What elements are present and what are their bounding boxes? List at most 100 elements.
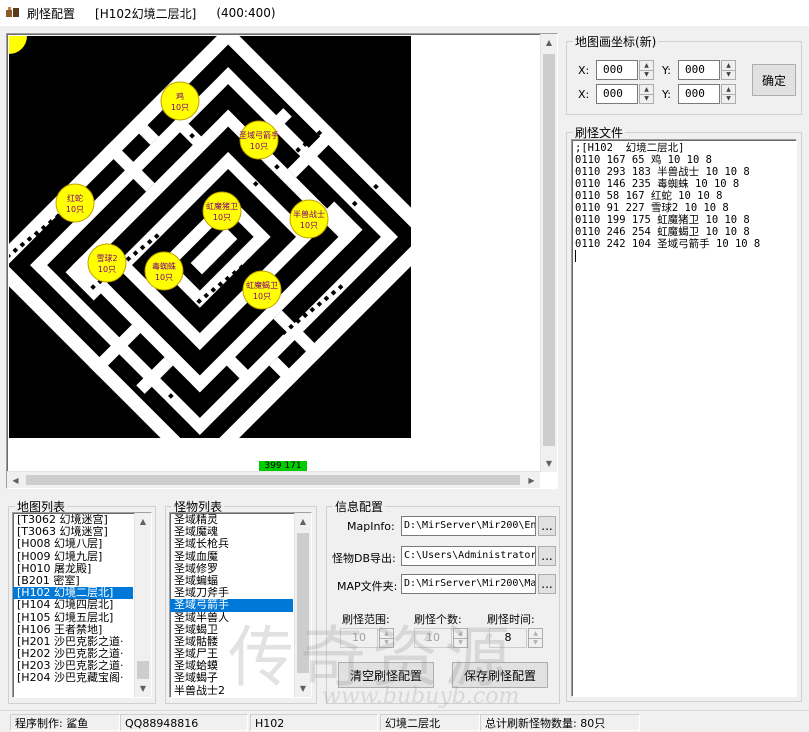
map-vertical-scrollbar[interactable]: ▲ ▼ bbox=[540, 34, 557, 472]
x2-spinner[interactable]: ▲ ▼ bbox=[639, 84, 654, 104]
mapdir-input[interactable]: D:\MirServer\Mir200\Map\ bbox=[401, 574, 536, 594]
monster-marker[interactable]: 毒蜘蛛 10只 bbox=[144, 251, 184, 291]
y1-spinner[interactable]: ▲ ▼ bbox=[721, 60, 736, 80]
mapinfo-input[interactable]: D:\MirServer\Mir200\Envir\MapInfo.txt bbox=[401, 516, 536, 536]
time-spinner[interactable]: ▲ ▼ bbox=[528, 628, 543, 648]
spin-down-icon[interactable]: ▼ bbox=[640, 95, 653, 104]
monster-list-item[interactable]: 圣域刀斧手 bbox=[170, 587, 293, 599]
map-list-item[interactable]: [T3063 幻境迷宫] bbox=[13, 526, 133, 538]
monster-list-item[interactable]: 圣域蛤蟆 bbox=[170, 660, 293, 672]
spin-down-icon[interactable]: ▼ bbox=[640, 71, 653, 80]
monster-list-item[interactable]: 圣域蝎卫 bbox=[170, 624, 293, 636]
range-spinner[interactable]: ▲ ▼ bbox=[379, 628, 394, 648]
map-list-item[interactable]: [H104 幻境四层北] bbox=[13, 599, 133, 611]
map-list-item[interactable]: [H202 沙巴克影之道· bbox=[13, 648, 133, 660]
map-list-item[interactable]: [H009 幻境九层] bbox=[13, 551, 133, 563]
map-list-item[interactable]: [H203 沙巴克影之道· bbox=[13, 660, 133, 672]
scroll-left-icon[interactable]: ◀ bbox=[7, 472, 24, 488]
scroll-down-icon[interactable]: ▼ bbox=[295, 680, 311, 697]
x2-input[interactable]: 000 bbox=[596, 84, 638, 104]
spawn-file-line: 0110 146 235 毒蜘蛛 10 10 8 bbox=[575, 178, 740, 190]
x1-input[interactable]: 000 bbox=[596, 60, 638, 80]
scroll-down-icon[interactable]: ▼ bbox=[135, 680, 151, 697]
mapdir-label: MAP文件夹: bbox=[337, 580, 398, 593]
mapinfo-browse-button[interactable]: ... bbox=[538, 516, 556, 536]
monster-list-item[interactable]: 圣域弓箭手 bbox=[170, 599, 293, 612]
y1-input[interactable]: 000 bbox=[678, 60, 720, 80]
save-config-button[interactable]: 保存刷怪配置 bbox=[452, 662, 548, 688]
map-list-scrollbar[interactable]: ▲ ▼ bbox=[134, 513, 151, 697]
monster-marker-name: 虹魔猪卫 bbox=[206, 201, 238, 211]
x1-spinner[interactable]: ▲ ▼ bbox=[639, 60, 654, 80]
monster-list-item[interactable]: 圣域尸王 bbox=[170, 648, 293, 660]
map-list-item[interactable]: [H204 沙巴克藏宝阁· bbox=[13, 672, 133, 684]
monster-marker[interactable]: 红蛇 10只 bbox=[55, 183, 95, 223]
map-list-item[interactable]: [T3062 幻境迷宫] bbox=[13, 514, 133, 526]
spin-up-icon[interactable]: ▲ bbox=[454, 629, 467, 639]
monster-list-item[interactable]: 圣域精灵 bbox=[170, 514, 293, 526]
map-list-item[interactable]: [H008 幻境八层] bbox=[13, 538, 133, 550]
map-view-panel[interactable]: 鸡 10只 圣域弓箭手 10只红蛇 10只 虹魔猪卫 10只 半兽战士 10只雪球2 10只 毒蜘蛛… bbox=[6, 33, 558, 489]
monster-list-item[interactable]: 圣域骷髅 bbox=[170, 636, 293, 648]
monster-list-item[interactable]: 圣域魔魂 bbox=[170, 526, 293, 538]
monster-marker[interactable]: 虹魔猪卫 10只 bbox=[202, 191, 242, 231]
map-list[interactable]: [T3062 幻境迷宫] [T3063 幻境迷宫] [H008 幻境八层] [H009… bbox=[12, 512, 152, 698]
mapinfo-label: MapInfo: bbox=[347, 520, 395, 533]
spin-up-icon[interactable]: ▲ bbox=[640, 85, 653, 95]
spin-down-icon[interactable]: ▼ bbox=[722, 71, 735, 80]
scroll-thumb[interactable] bbox=[297, 533, 309, 673]
monster-list-item[interactable]: 圣域血魔 bbox=[170, 551, 293, 563]
map-list-item[interactable]: [H201 沙巴克影之道· bbox=[13, 636, 133, 648]
scroll-up-icon[interactable]: ▲ bbox=[135, 513, 151, 530]
monster-list-item-items: 圣域精灵 圣域魔魂 圣域长枪兵 圣域血魔 圣域修罗 圣域蝙蝠 圣域刀斧手 圣域弓箭手 圣域半兽人… bbox=[170, 514, 311, 697]
scroll-down-icon[interactable]: ▼ bbox=[541, 455, 557, 472]
spin-down-icon[interactable]: ▼ bbox=[529, 639, 542, 648]
range-input[interactable]: 10 bbox=[340, 628, 378, 648]
spin-up-icon[interactable]: ▲ bbox=[380, 629, 393, 639]
monster-list-item[interactable]: 圣域半兽人 bbox=[170, 612, 293, 624]
y2-input[interactable]: 000 bbox=[678, 84, 720, 104]
clear-config-button[interactable]: 清空刷怪配置 bbox=[338, 662, 434, 688]
monster-marker[interactable]: 圣域弓箭手 10只 bbox=[239, 120, 279, 160]
monster-marker[interactable]: 雪球210只 bbox=[87, 243, 127, 283]
monster-list-scrollbar[interactable]: ▲ ▼ bbox=[294, 513, 311, 697]
scroll-thumb[interactable] bbox=[543, 54, 555, 446]
map-horizontal-scrollbar[interactable]: ◀ ▶ bbox=[7, 471, 540, 488]
monster-list-item[interactable]: 半兽战士2 bbox=[170, 685, 293, 697]
count-spinner[interactable]: ▲ ▼ bbox=[453, 628, 468, 648]
count-input[interactable]: 10 bbox=[414, 628, 452, 648]
monsterdb-input[interactable]: C:\Users\Administrator\Desktop\Monster.t… bbox=[401, 546, 536, 566]
monster-list-item[interactable]: 圣域长枪兵 bbox=[170, 538, 293, 550]
spin-up-icon[interactable]: ▲ bbox=[640, 61, 653, 71]
spin-down-icon[interactable]: ▼ bbox=[722, 95, 735, 104]
spawn-file-memo[interactable]: ;[H102 幻境二层北] 0110 167 65 鸡 10 10 8 0110 2… bbox=[571, 139, 797, 697]
map-list-item[interactable]: [H010 屠龙殿] bbox=[13, 563, 133, 575]
time-input[interactable]: 8 bbox=[489, 628, 527, 648]
monster-list-item[interactable]: 圣域蝎子 bbox=[170, 672, 293, 684]
y2-spinner[interactable]: ▲ ▼ bbox=[721, 84, 736, 104]
scroll-h-thumb[interactable] bbox=[26, 475, 520, 485]
scroll-up-icon[interactable]: ▲ bbox=[295, 513, 311, 530]
scroll-thumb[interactable] bbox=[137, 661, 149, 679]
spin-up-icon[interactable]: ▲ bbox=[722, 85, 735, 95]
scroll-up-icon[interactable]: ▲ bbox=[541, 34, 557, 51]
spin-down-icon[interactable]: ▼ bbox=[454, 639, 467, 648]
spin-up-icon[interactable]: ▲ bbox=[722, 61, 735, 71]
monster-list-item[interactable]: 圣域修罗 bbox=[170, 563, 293, 575]
confirm-button[interactable]: 确定 bbox=[752, 64, 796, 96]
spin-up-icon[interactable]: ▲ bbox=[529, 629, 542, 639]
scroll-right-icon[interactable]: ▶ bbox=[523, 472, 540, 488]
monster-marker[interactable]: 半兽战士 10只 bbox=[289, 199, 329, 239]
monster-marker[interactable]: 鸡 10只 bbox=[160, 81, 200, 121]
map-list-item[interactable]: [H106 王者禁地] bbox=[13, 624, 133, 636]
monster-list[interactable]: 圣域精灵 圣域魔魂 圣域长枪兵 圣域血魔 圣域修罗 圣域蝙蝠 圣域刀斧手 圣域弓箭手 圣域半兽人… bbox=[169, 512, 312, 698]
spin-down-icon[interactable]: ▼ bbox=[380, 639, 393, 648]
mapdir-browse-button[interactable]: ... bbox=[538, 574, 556, 594]
map-list-item[interactable]: [H102 幻境二层北] bbox=[13, 587, 133, 600]
monster-marker[interactable]: 虹魔蝎卫 10只 bbox=[242, 270, 282, 310]
map-canvas[interactable]: 鸡10只圣域弓箭手10只红蛇10只 虹魔猪卫10只 半兽战士10只雪球210只 毒蜘蛛… bbox=[9, 36, 411, 438]
monsterdb-browse-button[interactable]: ... bbox=[538, 546, 556, 566]
map-list-item[interactable]: [H105 幻境五层北] bbox=[13, 612, 133, 624]
monster-list-item[interactable]: 圣域蝙蝠 bbox=[170, 575, 293, 587]
map-list-item[interactable]: [B201 密室] bbox=[13, 575, 133, 587]
